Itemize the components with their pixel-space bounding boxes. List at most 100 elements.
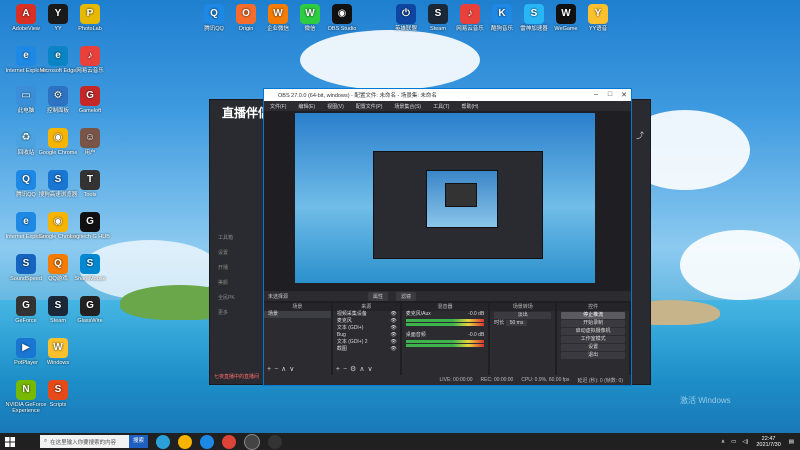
control-button[interactable]: 启动虚拟摄像机 <box>561 328 625 335</box>
desktop-icon[interactable]: G Logitech G HUB <box>68 212 112 240</box>
source-item[interactable]: 文本 (GDI+) 👁 <box>333 325 400 332</box>
sources-title: 来源 <box>332 303 400 311</box>
source-item[interactable]: 麦克风 👁 <box>333 318 400 325</box>
desktop-icon[interactable]: G Gameloft <box>68 86 112 114</box>
volume-icon[interactable]: ◁) <box>742 439 748 445</box>
desktop-icon-label: ShareMouse <box>74 276 106 282</box>
desktop-icon[interactable]: ◉ OBS Studio <box>320 4 364 32</box>
obs-docks: 场景 场景 +−∧∨ 来源 视频采集设备 👁 麦克风 👁 文本 (GDI+) 👁 Bu… <box>264 303 631 375</box>
scene-tools[interactable]: +−∧∨ <box>267 365 297 373</box>
cpu-fps: CPU: 0.9%, 60.00 fps <box>521 377 570 383</box>
menu-item[interactable]: 视图(V) <box>327 103 344 110</box>
desktop-icon-label: PhotoLab <box>78 26 102 32</box>
app-icon: ⚙ <box>48 86 68 106</box>
transitions-title: 场景转场 <box>490 303 556 311</box>
control-button[interactable]: 退出 <box>561 352 625 359</box>
desktop-icon[interactable]: S ShareMouse <box>68 254 112 282</box>
edge-icon[interactable] <box>156 434 170 449</box>
file-explorer-icon[interactable] <box>178 434 192 449</box>
desktop-icon[interactable]: ♪ 网易云音乐 <box>68 46 112 74</box>
app-icon: ☺ <box>80 128 100 148</box>
source-item[interactable]: 截图 👁 <box>333 346 400 353</box>
duration-input[interactable]: 50 ms <box>505 320 528 326</box>
cloud <box>300 30 480 90</box>
transition-select[interactable]: 淡出 <box>494 312 552 319</box>
eye-icon[interactable]: 👁 <box>390 311 396 318</box>
eye-icon[interactable]: 👁 <box>390 339 396 346</box>
app-icon: ▶ <box>16 338 36 358</box>
sidebar-item[interactable]: 美颜 <box>210 275 266 290</box>
sidebar-item[interactable]: 工具箱 <box>210 230 266 245</box>
rec-time: REC: 00:00:00 <box>480 377 514 383</box>
obs-window[interactable]: OBS 27.0.0 (64-bit, windows) - 配置文件: 未命名… <box>263 88 632 386</box>
source-item[interactable]: 视频采集设备 👁 <box>333 311 400 318</box>
control-button[interactable]: 开始录制 <box>561 320 625 327</box>
desktop-icon[interactable]: P PhotoLab <box>68 4 112 32</box>
desktop-icon-label: 网易云音乐 <box>76 68 104 74</box>
desktop-icon[interactable]: G GlassWire <box>68 296 112 324</box>
source-item[interactable]: 文本 (GDI+) 2 👁 <box>333 339 400 346</box>
desktop-icon[interactable]: ☺ 用户 <box>68 128 112 156</box>
clock[interactable]: 22:47 2021/7/30 <box>756 436 780 448</box>
chrome-icon[interactable] <box>222 434 236 449</box>
windows-start-icon[interactable] <box>0 433 20 450</box>
obs-preview[interactable] <box>295 113 595 283</box>
sidebar-item[interactable]: 开播 <box>210 260 266 275</box>
close-icon[interactable]: ✕ <box>617 91 631 99</box>
taskbar-search-input[interactable]: ⌕ 在这里输入你要搜索的内容 搜索 <box>40 435 148 448</box>
control-button[interactable]: 设置 <box>561 344 625 351</box>
control-button[interactable]: 停止推流 <box>561 312 625 319</box>
maximize-icon[interactable]: □ <box>603 91 617 99</box>
transitions-panel: 场景转场 淡出 时长 50 ms <box>490 303 556 375</box>
app-icon: S <box>80 254 100 274</box>
eye-icon[interactable]: 👁 <box>390 346 396 353</box>
menu-item[interactable]: 帮助(H) <box>461 103 478 110</box>
desktop-icon[interactable]: T Tools <box>68 170 112 198</box>
activation-watermark: 激活 Windows <box>680 396 731 405</box>
app-icon: ♻ <box>16 128 36 148</box>
desktop-icon[interactable]: W Windows <box>36 338 80 366</box>
eye-icon[interactable]: 👁 <box>390 318 396 325</box>
network-icon[interactable]: ▭ <box>731 439 736 445</box>
properties-button[interactable]: 属性 <box>368 291 389 301</box>
desktop-icon[interactable]: Y YY语音 <box>576 4 620 32</box>
menu-item[interactable]: 文件(F) <box>270 103 286 110</box>
share-icon[interactable]: ⤴ <box>636 130 644 141</box>
app-taskbar-icon[interactable] <box>268 434 282 449</box>
minimize-icon[interactable]: – <box>589 91 603 99</box>
scenes-panel: 场景 场景 +−∧∨ <box>264 303 331 375</box>
desktop-icon-label: 用户 <box>84 150 96 156</box>
eye-icon[interactable]: 👁 <box>390 325 396 332</box>
menu-item[interactable]: 工具(T) <box>433 103 449 110</box>
filters-button[interactable]: 滤镜 <box>396 291 417 301</box>
menu-item[interactable]: 编辑(E) <box>298 103 315 110</box>
desktop-icon-label: Gameloft <box>78 108 102 114</box>
status-bar: LIVE: 00:00:00 REC: 00:00:00 CPU: 0.9%, … <box>264 375 631 385</box>
source-item[interactable]: Bug 👁 <box>333 332 400 339</box>
search-button[interactable]: 搜索 <box>128 435 148 448</box>
app-icon: S <box>48 380 68 400</box>
controls-title: 控件 <box>557 303 629 311</box>
app-icon: K <box>492 4 512 24</box>
eye-icon[interactable]: 👁 <box>390 332 396 339</box>
nested-preview-innermost <box>445 183 477 207</box>
app-icon: W <box>48 338 68 358</box>
desktop-icon[interactable]: S Scripts <box>36 380 80 408</box>
notification-icon[interactable]: ▤ <box>789 439 794 445</box>
obs-taskbar-icon[interactable] <box>244 433 260 450</box>
sidebar-item[interactable]: 更多 <box>210 305 266 320</box>
controls-panel: 控件 停止推流 开始录制 启动虚拟摄像机 工作室模式 设置 退出 <box>557 303 629 375</box>
sidebar-item[interactable]: 设置 <box>210 245 266 260</box>
qq-icon[interactable] <box>200 434 214 449</box>
app-icon: ◉ <box>332 4 352 24</box>
search-icon: ⌕ <box>44 438 48 444</box>
search-placeholder: 在这里输入你要搜索的内容 <box>50 439 117 446</box>
app-icon: ▭ <box>16 86 36 106</box>
chevron-up-icon[interactable]: ∧ <box>721 439 725 445</box>
control-button[interactable]: 工作室模式 <box>561 336 625 343</box>
scene-item[interactable]: 场景 <box>264 311 331 318</box>
menu-item[interactable]: 场景集合(S) <box>394 103 421 110</box>
source-tools[interactable]: +−⚙∧∨ <box>336 365 376 373</box>
sidebar-item[interactable]: 全民PK <box>210 290 266 305</box>
menu-item[interactable]: 配置文件(P) <box>356 103 383 110</box>
